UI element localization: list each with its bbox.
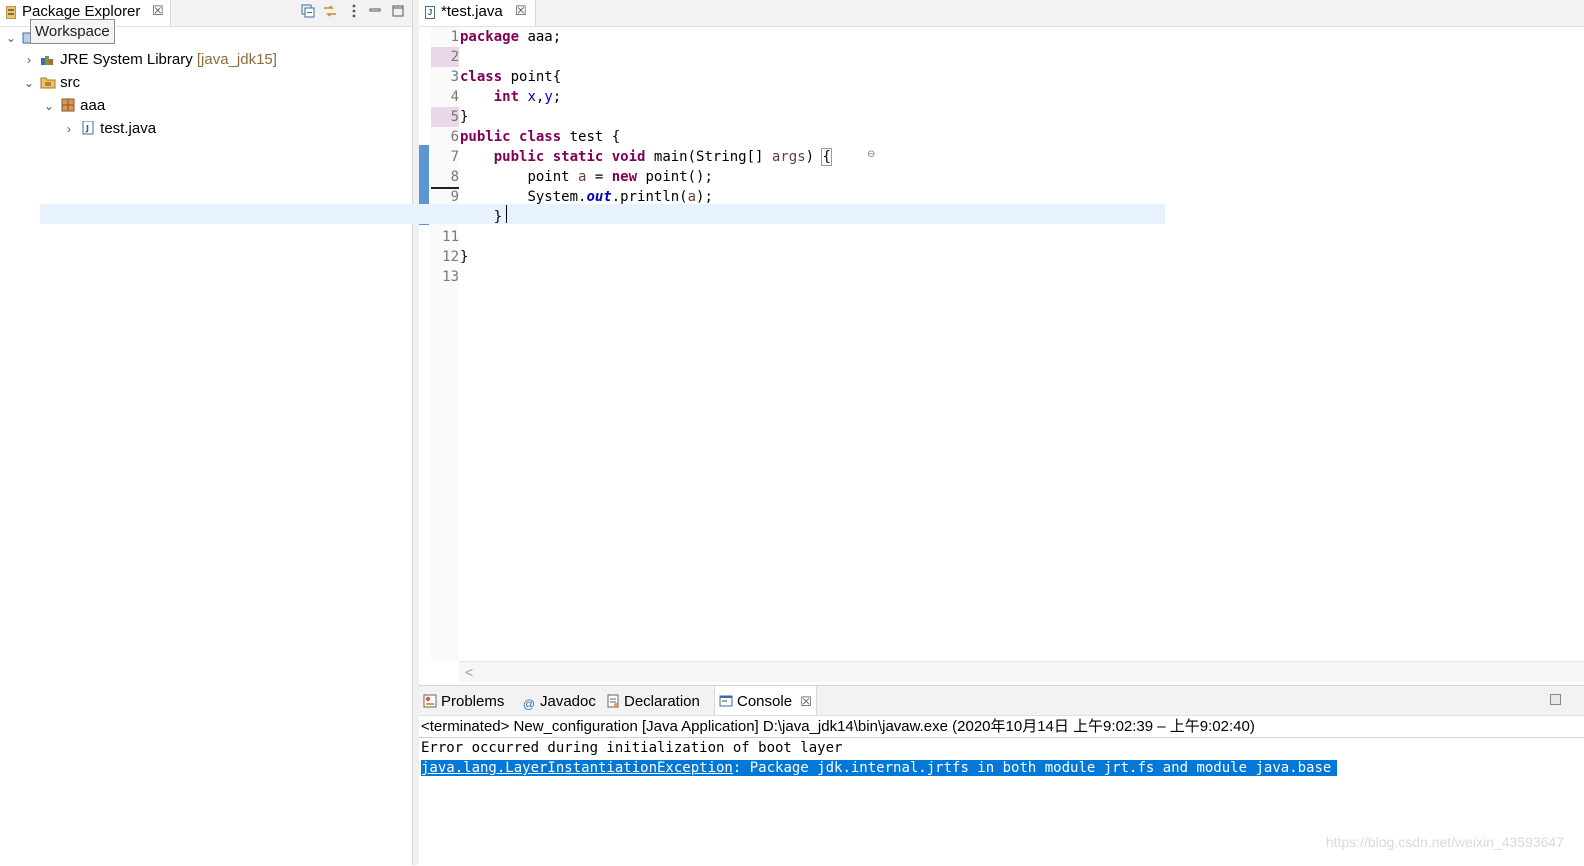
bottom-tabbar: Problems @ Javadoc Declaration Console ☒ [419,686,1584,716]
tab-label: Javadoc [540,693,596,710]
line-number: 7 [450,149,459,165]
line-number: 3 [450,69,459,85]
line-number: 1 [450,29,459,45]
close-icon[interactable]: ☒ [152,3,164,19]
code-line-7: public static void main(String[] args) { [493,148,832,166]
at-icon: @ [522,697,536,711]
code-line-8: point a = new point(); [527,169,713,185]
chevron-right-icon[interactable]: › [62,118,76,140]
line-number: 5 [431,107,459,127]
horizontal-scrollbar[interactable]: < [459,661,1584,682]
tab-console[interactable]: Console ☒ [714,686,817,715]
watermark: https://blog.csdn.net/weixin_43593647 [1325,834,1564,850]
close-icon[interactable]: ☒ [515,3,527,19]
minimize-icon[interactable] [1550,694,1561,705]
console-line-1: Error occurred during initialization of … [421,740,843,756]
declaration-icon [607,694,619,708]
code-line-4: int x,y; [493,89,562,105]
tree-item-jre-library[interactable]: › JRE System Library [java_jdk15] [22,49,277,71]
code-line-10: } [493,209,503,225]
editor-tab-label: *test.java [441,3,503,20]
console-status: <terminated> New_configuration [Java App… [421,718,1255,735]
overview-gutter [419,27,431,661]
chevron-down-icon[interactable]: ⌄ [42,95,56,117]
svg-text:J: J [85,124,89,133]
code-line-6: public class test { [460,129,621,145]
code-line-12: } [460,249,469,265]
tab-declaration[interactable]: Declaration [606,686,700,715]
tree-item-label: src [60,74,81,91]
editor-tabbar: J *test.java ☒ [419,0,1584,27]
exception-message: : Package jdk.internal.jrtfs in both mod… [732,760,1332,776]
package-icon [61,98,75,112]
view-menu-icon[interactable] [346,3,362,19]
collapse-all-icon[interactable] [300,3,316,19]
tab-label: Declaration [624,693,700,710]
package-explorer-title: Package Explorer [22,3,141,20]
tree-item-package-aaa[interactable]: ⌄ aaa [42,95,105,117]
tab-javadoc[interactable]: @ Javadoc [522,686,596,715]
tree-item-label: aaa [80,97,106,114]
source-folder-icon [40,77,56,89]
minimize-icon[interactable] [367,3,383,19]
tree-item-test-java[interactable]: › J test.java [62,118,156,140]
chevron-down-icon[interactable]: ⌄ [22,72,36,94]
line-number: 12 [442,249,459,265]
chevron-right-icon[interactable]: › [22,49,36,71]
console-icon [719,695,733,707]
line-number: 8 [431,167,459,189]
console-line-2: java.lang.LayerInstantiationException: P… [421,758,1338,778]
library-icon [41,56,54,65]
code-line-9: System.out.println(a); [527,189,713,205]
editor-tab-test-java[interactable]: J *test.java ☒ [419,0,536,26]
tree-item-decoration: [java_jdk15] [196,51,277,68]
console-view: Problems @ Javadoc Declaration Console ☒ … [419,685,1584,866]
link-with-editor-icon[interactable] [322,3,338,19]
package-explorer-icon [6,6,16,19]
java-file-icon: J [425,6,435,19]
problems-icon [423,694,437,708]
workspace-tooltip: Workspace [30,19,115,44]
line-number: 4 [450,89,459,105]
maximize-icon[interactable] [390,3,406,19]
scroll-left-icon[interactable]: < [465,662,473,682]
exception-link[interactable]: java.lang.LayerInstantiationException [421,760,733,776]
code-area[interactable]: package aaa; class point{ int x,y; } pub… [459,27,1584,661]
text-caret [506,205,507,223]
java-file-icon: J [82,121,94,135]
package-explorer-view: Package Explorer ☒ Workspace ⌄ › JRE Sys… [0,0,412,865]
line-number: 2 [431,47,459,67]
tab-label: Problems [441,693,505,710]
selected-text: java.lang.LayerInstantiationException: P… [421,760,1338,776]
close-icon[interactable]: ☒ [800,694,812,709]
tree-item-label: test.java [100,120,157,137]
tree-item-label: JRE System Library [60,51,193,68]
code-line-3: class point{ [460,69,562,85]
tab-label: Console [737,693,793,710]
line-number: 11 [442,229,459,245]
line-number: 6 [450,129,459,145]
tree-item-src[interactable]: ⌄ src [22,72,80,94]
line-number: 13 [442,269,459,285]
code-line-5: } [460,109,469,125]
line-number-ruler: 1 2 3 4 5 6 7 8 9 10 11 12 13 [431,27,459,661]
chevron-down-icon[interactable]: ⌄ [4,27,18,49]
tab-problems[interactable]: Problems [423,686,504,715]
code-line-1: package aaa; [460,29,562,45]
